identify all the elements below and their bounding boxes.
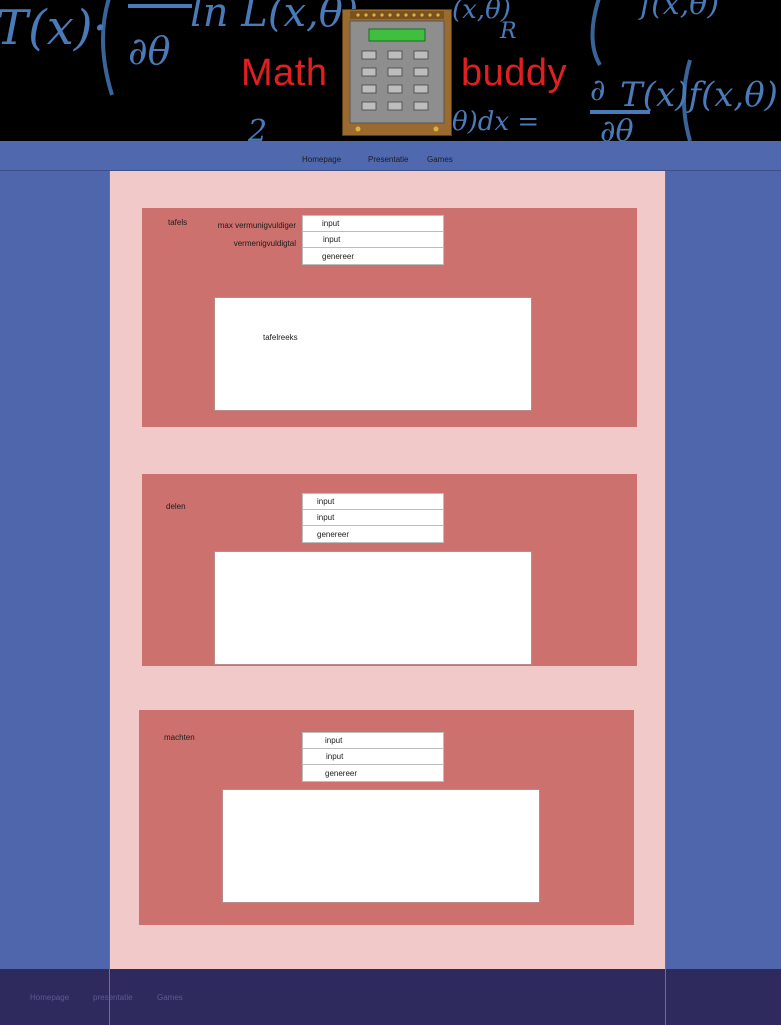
delen-input-1[interactable] xyxy=(303,494,443,510)
footer-presentatie-link[interactable]: presentatie xyxy=(93,993,133,1002)
nav-games-link[interactable]: Games xyxy=(427,155,453,164)
svg-text:T(x)·: T(x)· xyxy=(0,0,108,56)
svg-text:T(x)f(x,θ): T(x)f(x,θ) xyxy=(620,75,778,115)
max-multiplier-input[interactable] xyxy=(303,216,443,232)
delen-form: genereer xyxy=(302,493,444,543)
tafels-output-text: tafelreeks xyxy=(263,333,298,342)
content-left-border xyxy=(109,171,110,1025)
multiplicand-label: vermenigvuldigtal xyxy=(233,239,296,248)
brand-title-math: Math xyxy=(241,52,328,94)
calculator-logo-icon xyxy=(342,9,452,136)
max-multiplier-label: max vermunigvuldiger xyxy=(217,221,296,230)
tafels-output-box: tafelreeks xyxy=(214,297,532,411)
tafels-genereer-button[interactable]: genereer xyxy=(303,248,443,264)
delen-card: delen genereer xyxy=(142,474,637,666)
svg-text:∂: ∂ xyxy=(590,73,606,108)
footer-homepage-link[interactable]: Homepage xyxy=(30,993,69,1002)
delen-input-2[interactable] xyxy=(303,510,443,526)
svg-text:ln L(x,θ): ln L(x,θ) xyxy=(190,0,358,36)
svg-text:∂θ: ∂θ xyxy=(600,114,634,141)
tafels-card: tafels max vermunigvuldiger vermenigvuld… xyxy=(142,208,637,427)
svg-text:∂θ: ∂θ xyxy=(128,29,171,73)
machten-genereer-button[interactable]: genereer xyxy=(303,765,443,781)
footer: Homepage presentatie Games xyxy=(0,969,781,1025)
top-navigation: Homepage Presentatie Games xyxy=(0,141,781,171)
machten-input-1[interactable] xyxy=(303,733,443,749)
delen-genereer-button[interactable]: genereer xyxy=(303,526,443,542)
machten-title: machten xyxy=(164,733,195,742)
footer-games-link[interactable]: Games xyxy=(157,993,183,1002)
svg-text:θ)dx =: θ)dx = xyxy=(452,107,539,137)
svg-text:2: 2 xyxy=(247,114,267,141)
header-banner: T(x)· ∂θ ln L(x,θ) (x,θ) R f(x,θ) 2 θ)dx… xyxy=(0,0,781,141)
tafels-title: tafels xyxy=(168,218,188,227)
delen-output-box xyxy=(214,551,532,665)
svg-text:f(x,θ): f(x,θ) xyxy=(638,0,719,22)
delen-title: delen xyxy=(166,502,186,511)
tafels-form: genereer xyxy=(302,215,444,265)
nav-homepage-link[interactable]: Homepage xyxy=(302,155,341,164)
machten-card: machten genereer xyxy=(139,710,634,925)
machten-output-box xyxy=(222,789,540,903)
machten-input-2[interactable] xyxy=(303,749,443,765)
svg-text:R: R xyxy=(499,19,517,44)
nav-presentatie-link[interactable]: Presentatie xyxy=(368,155,408,164)
multiplicand-input[interactable] xyxy=(303,232,443,248)
machten-form: genereer xyxy=(302,732,444,782)
brand-title-buddy: buddy xyxy=(461,52,568,94)
content-right-border xyxy=(665,171,666,1025)
